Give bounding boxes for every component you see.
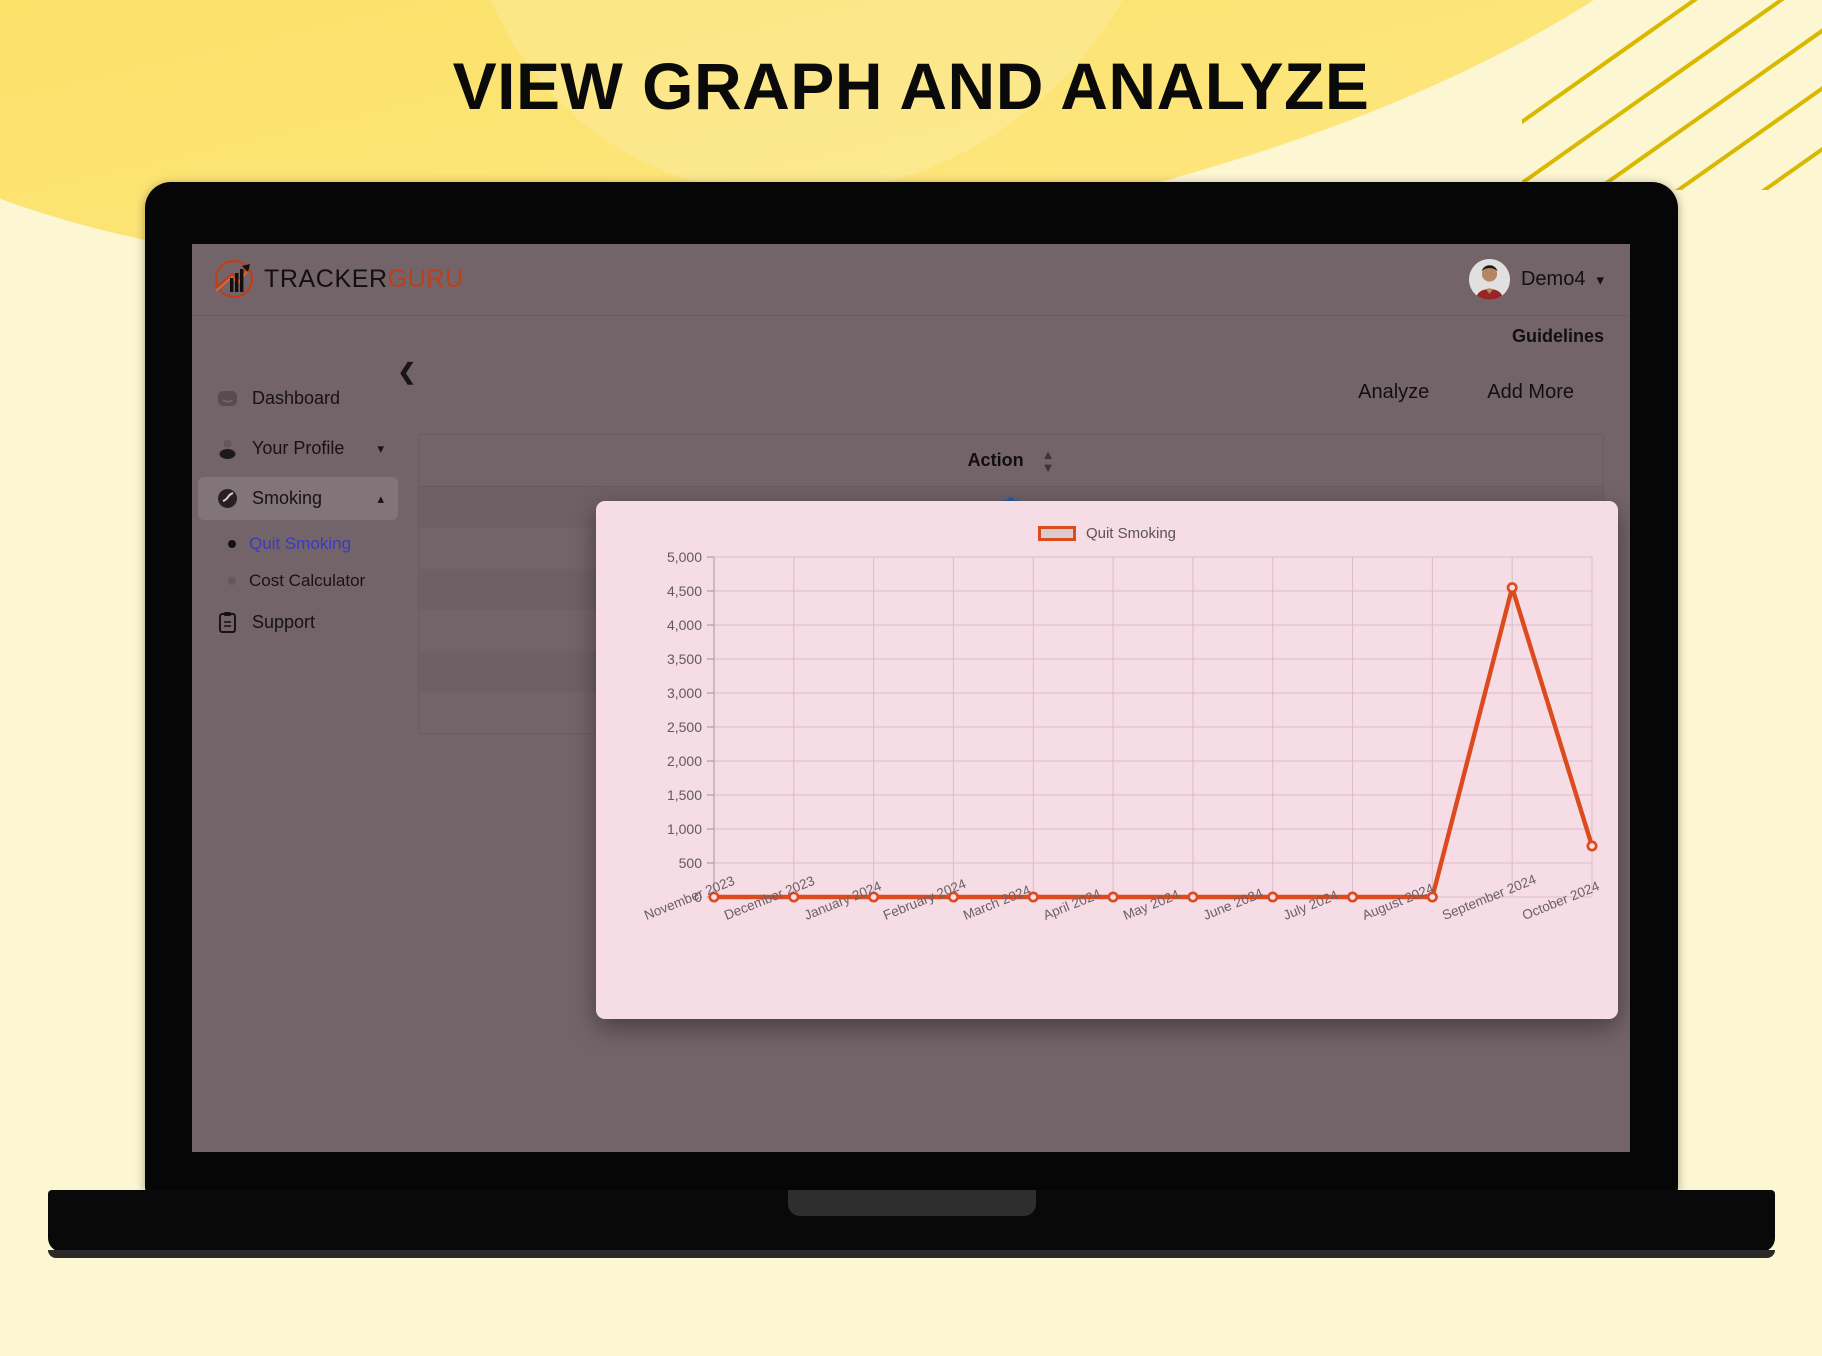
y-axis-tick-label: 1,500 xyxy=(666,787,702,803)
laptop-trackpad-notch xyxy=(787,1190,1036,1216)
laptop-frame: TRACKERGURU Demo4 ▾ Guidelines ❮ Dashboa… xyxy=(145,182,1678,1192)
y-axis-tick-label: 3,500 xyxy=(666,651,702,667)
y-axis-tick-label: 2,000 xyxy=(666,753,702,769)
laptop-screen: TRACKERGURU Demo4 ▾ Guidelines ❮ Dashboa… xyxy=(192,244,1630,1152)
y-axis-tick-label: 3,000 xyxy=(666,685,702,701)
line-chart-plot: 0 500 1,000 1,500 2,000 2,500 3,000 3,500 4,000 4… xyxy=(596,501,1618,1019)
laptop-base xyxy=(48,1190,1775,1258)
chart-modal: Quit Smoking 0 500 1,000 1,500 2,000 2,500 3,0… xyxy=(596,501,1618,1019)
poster-page: VIEW GRAPH AND ANALYZE TRACKERGURU Demo4… xyxy=(0,0,1822,1356)
y-axis-tick-labels: 0 500 1,000 1,500 2,000 2,500 3,000 3,500 4,000 4… xyxy=(596,501,702,1019)
page-title: VIEW GRAPH AND ANALYZE xyxy=(452,49,1370,123)
chart-svg xyxy=(707,556,1598,903)
y-axis-tick-label: 4,500 xyxy=(666,583,702,599)
y-axis-tick-label: 5,000 xyxy=(666,549,702,565)
y-axis-tick-label: 4,000 xyxy=(666,617,702,633)
y-axis-tick-label: 500 xyxy=(678,855,702,871)
y-axis-tick-label: 2,500 xyxy=(666,719,702,735)
y-axis-tick-label: 1,000 xyxy=(666,821,702,837)
